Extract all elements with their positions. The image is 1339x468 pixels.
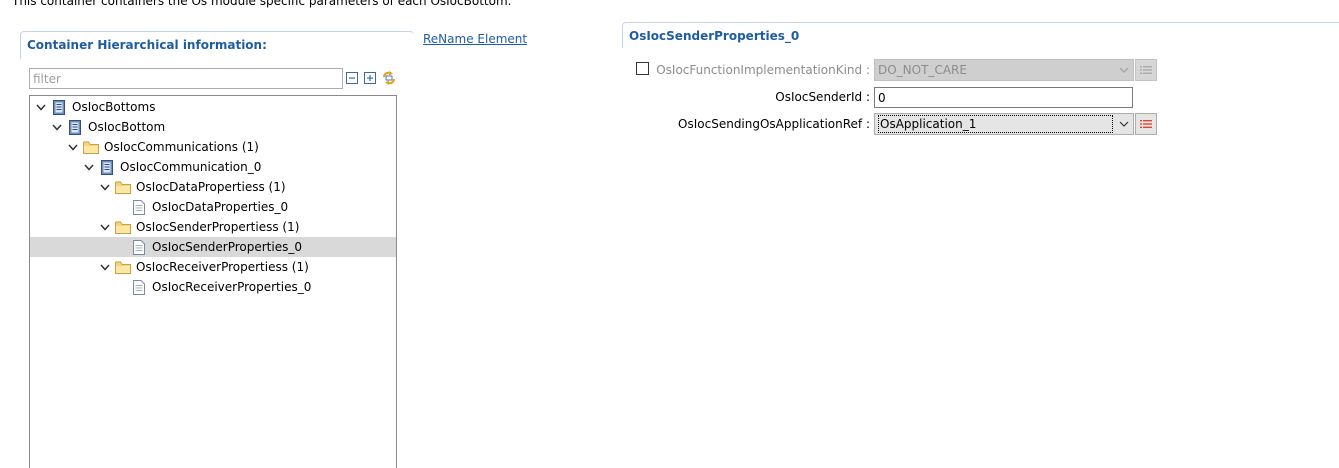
chevron-down-icon[interactable] <box>83 157 95 177</box>
chevron-down-icon[interactable] <box>99 177 111 197</box>
properties-section-title: OsIocSenderProperties_0 <box>629 29 800 43</box>
function-impl-kind-value: DO_NOT_CARE <box>878 63 967 77</box>
tree-node-label: OsIocBottom <box>88 120 166 134</box>
tree-node-label: OsIocCommunications (1) <box>104 140 259 154</box>
function-impl-kind-select: DO_NOT_CARE <box>874 59 1134 81</box>
tree-node[interactable]: OsIocCommunication_0 <box>30 157 396 177</box>
module-icon <box>67 119 83 135</box>
sending-app-ref-label: OsIocSendingOsApplicationRef : <box>678 117 870 131</box>
tree-node[interactable]: OsIocSenderProperties_0 <box>30 237 396 257</box>
sending-app-ref-value: OsApplication_1 <box>878 115 1113 133</box>
sender-id-input[interactable] <box>874 87 1133 108</box>
sender-id-label: OsIocSenderId : <box>775 90 870 104</box>
tree-node[interactable]: OsIocCommunications (1) <box>30 137 396 157</box>
tree-node-label: OsIocSenderProperties_0 <box>152 240 302 254</box>
tree-node-label: OsIocCommunication_0 <box>120 160 262 174</box>
folder-icon <box>115 259 131 275</box>
module-icon <box>99 159 115 175</box>
tree-filter-input[interactable] <box>29 68 343 89</box>
folder-icon <box>115 219 131 235</box>
folder-icon <box>83 139 99 155</box>
document-icon <box>131 279 147 295</box>
chevron-down-icon[interactable] <box>1115 114 1133 134</box>
rename-element-link[interactable]: ReName Element <box>423 32 527 46</box>
function-impl-kind-checkbox[interactable] <box>636 62 649 75</box>
sending-app-ref-select[interactable]: OsApplication_1 <box>874 113 1134 135</box>
tree-node[interactable]: OsIocBottom <box>30 117 396 137</box>
container-description: This container containers the Os module … <box>12 0 512 8</box>
module-icon <box>51 99 67 115</box>
chevron-down-icon[interactable] <box>51 117 63 137</box>
function-impl-kind-label: OsIocFunctionImplementationKind : <box>656 63 870 77</box>
tree-node-label: OsIocReceiverProperties_0 <box>152 280 312 294</box>
hierarchy-section-title: Container Hierarchical information: <box>27 38 267 52</box>
chevron-down-icon[interactable] <box>67 137 79 157</box>
tree-node-label: OsIocSenderPropertiess (1) <box>136 220 300 234</box>
tree-node-label: OsIocBottoms <box>72 100 156 114</box>
container-tree[interactable]: OsIocBottoms OsIocBottom OsIocCommunicatio… <box>29 95 397 468</box>
tree-node[interactable]: OsIocSenderPropertiess (1) <box>30 217 396 237</box>
tree-node[interactable]: OsIocDataPropertiess (1) <box>30 177 396 197</box>
tree-node-label: OsIocDataProperties_0 <box>152 200 289 214</box>
chevron-down-icon <box>1115 60 1133 80</box>
tree-node-label: OsIocDataPropertiess (1) <box>136 180 286 194</box>
document-icon <box>131 239 147 255</box>
function-impl-kind-list-icon <box>1135 59 1157 81</box>
tree-node[interactable]: OsIocBottoms <box>30 97 396 117</box>
reference-list-icon[interactable] <box>1135 113 1157 135</box>
tree-node[interactable]: OsIocReceiverPropertiess (1) <box>30 257 396 277</box>
expand-all-icon[interactable] <box>364 72 376 84</box>
collapse-all-icon[interactable] <box>346 72 358 84</box>
tree-node-label: OsIocReceiverPropertiess (1) <box>136 260 309 274</box>
document-icon <box>131 199 147 215</box>
folder-icon <box>115 179 131 195</box>
tree-node[interactable]: OsIocDataProperties_0 <box>30 197 396 217</box>
tree-node[interactable]: OsIocReceiverProperties_0 <box>30 277 396 297</box>
chevron-down-icon[interactable] <box>35 97 47 117</box>
chevron-down-icon[interactable] <box>99 217 111 237</box>
chevron-down-icon[interactable] <box>99 257 111 277</box>
link-sync-icon[interactable] <box>380 69 398 87</box>
